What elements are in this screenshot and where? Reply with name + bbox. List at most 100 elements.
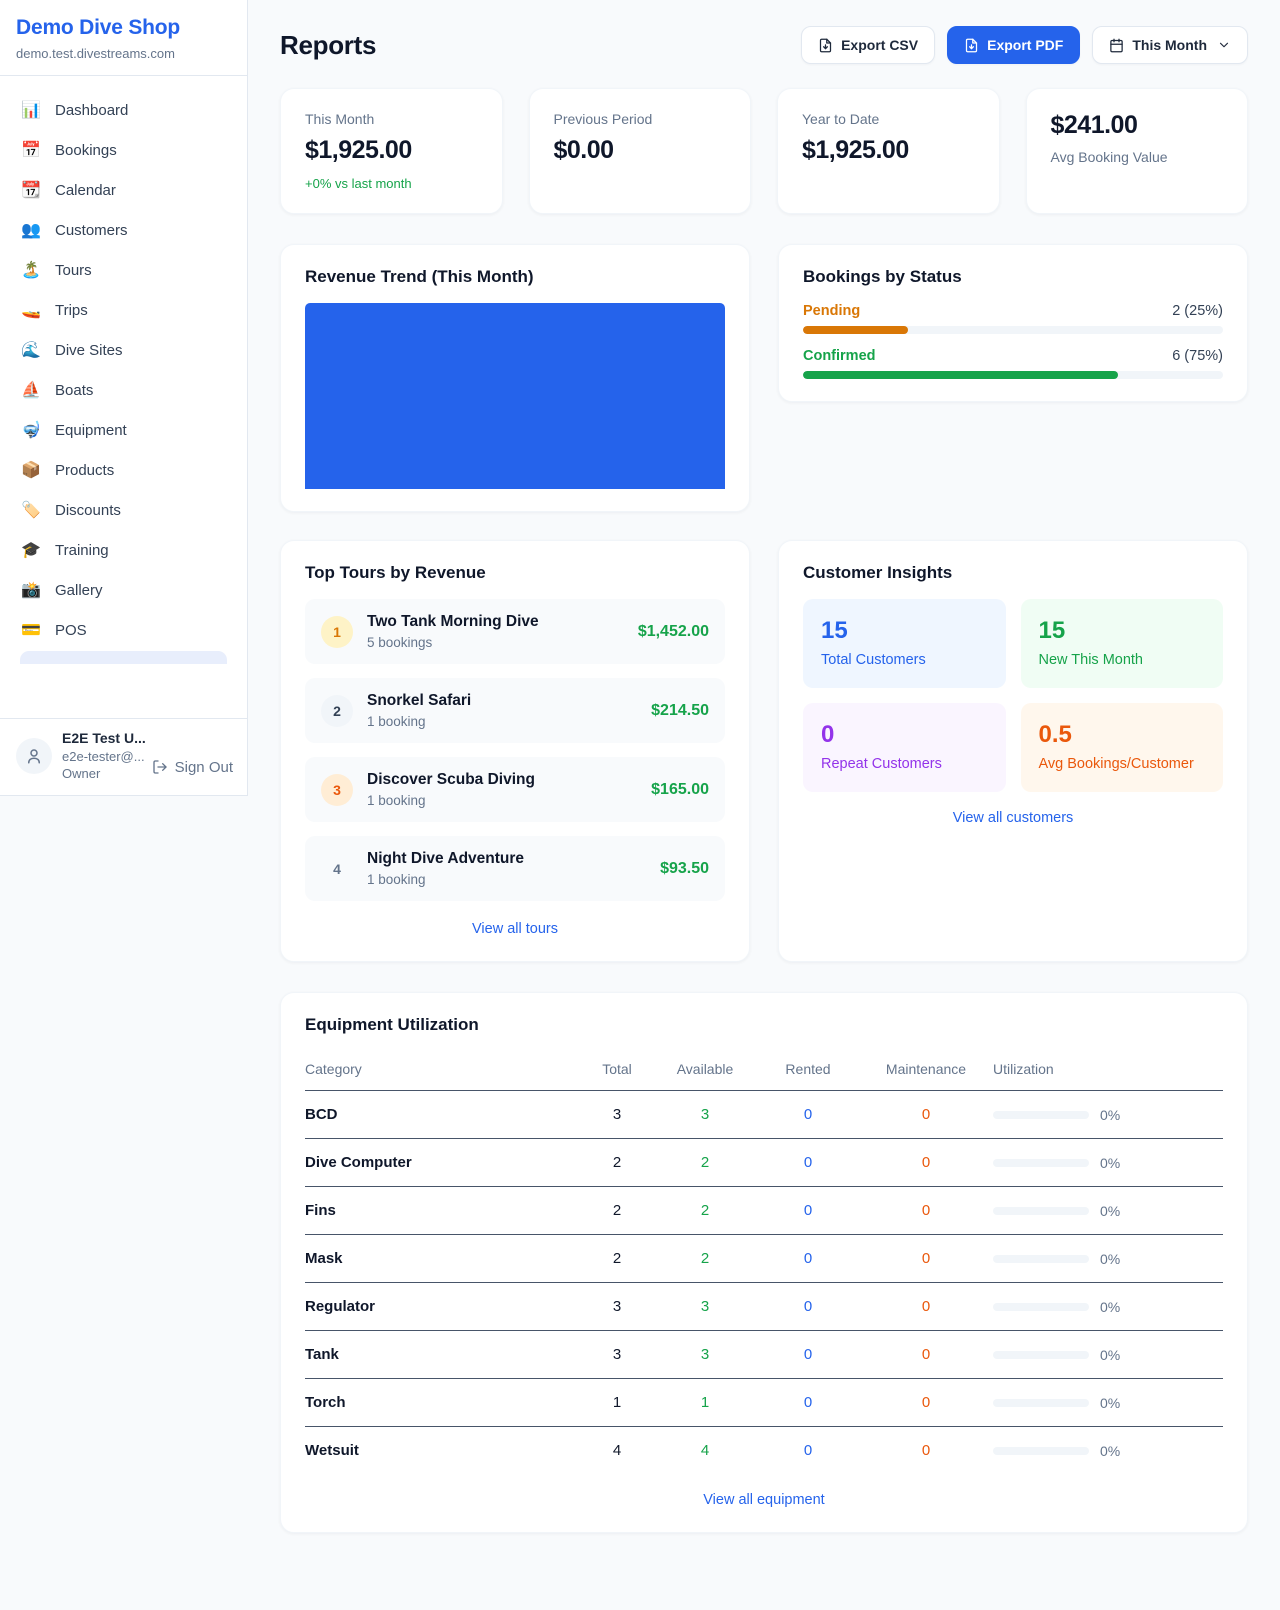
sidebar-item-dive-sites[interactable]: 🌊 Dive Sites [10, 330, 237, 370]
export-pdf-button[interactable]: Export PDF [947, 26, 1080, 64]
insight-label: Avg Bookings/Customer [1039, 756, 1206, 772]
equipment-available: 2 [653, 1187, 757, 1235]
user-section: E2E Test U... e2e-tester@... Owner Sign … [0, 718, 247, 795]
sidebar-item-pos[interactable]: 💳 POS [10, 610, 237, 650]
sidebar: Demo Dive Shop demo.test.divestreams.com… [0, 0, 248, 796]
utilization-bar-track [993, 1447, 1089, 1455]
equipment-maintenance: 0 [859, 1379, 993, 1427]
sidebar-item-label: Customers [55, 222, 128, 239]
charts-row: Revenue Trend (This Month) Bookings by S… [280, 244, 1248, 512]
equipment-category: Mask [305, 1235, 581, 1283]
equipment-available: 3 [653, 1283, 757, 1331]
stat-card-previous-period: Previous Period $0.00 [529, 88, 752, 214]
bookings-calendar-icon: 📅 [20, 140, 42, 160]
rank-badge: 2 [321, 695, 353, 727]
sidebar-item-calendar[interactable]: 📆 Calendar [10, 170, 237, 210]
utilization-cell: 0% [993, 1251, 1223, 1267]
column-header: Utilization [993, 1051, 1223, 1091]
user-email: e2e-tester@... [62, 748, 142, 766]
utilization-bar-track [993, 1399, 1089, 1407]
sidebar-item-boats[interactable]: ⛵ Boats [10, 370, 237, 410]
export-csv-button[interactable]: Export CSV [801, 26, 935, 64]
view-all-equipment-link[interactable]: View all equipment [305, 1486, 1223, 1510]
brand-domain: demo.test.divestreams.com [16, 46, 231, 61]
utilization-percent: 0% [1100, 1203, 1120, 1219]
sidebar-item-trips[interactable]: 🚤 Trips [10, 290, 237, 330]
equipment-table-header: Category Total Available Rented Maintena… [305, 1051, 1223, 1091]
view-all-tours-link[interactable]: View all tours [305, 915, 725, 939]
stat-label: Year to Date [802, 111, 975, 127]
sidebar-item-reports-active-partial[interactable] [20, 651, 227, 664]
status-label: Confirmed [803, 348, 876, 364]
sidebar-item-label: Equipment [55, 422, 127, 439]
tour-revenue: $165.00 [651, 781, 709, 799]
sidebar-item-customers[interactable]: 👥 Customers [10, 210, 237, 250]
utilization-cell: 0% [993, 1443, 1223, 1459]
sidebar-item-products[interactable]: 📦 Products [10, 450, 237, 490]
sidebar-item-dashboard[interactable]: 📊 Dashboard [10, 90, 237, 130]
stats-row: This Month $1,925.00 +0% vs last month P… [280, 88, 1248, 214]
sailboat-icon: ⛵ [20, 380, 42, 400]
status-label: Pending [803, 303, 860, 319]
equipment-rented: 0 [757, 1139, 859, 1187]
equipment-category: Fins [305, 1187, 581, 1235]
tour-revenue: $93.50 [660, 860, 709, 878]
package-icon: 📦 [20, 460, 42, 480]
equipment-available: 2 [653, 1235, 757, 1283]
utilization-bar-track [993, 1255, 1089, 1263]
utilization-cell: 0% [993, 1299, 1223, 1315]
tour-name: Snorkel Safari [367, 692, 637, 710]
user-role: Owner [62, 765, 142, 783]
insight-tile-total-customers: 15 Total Customers [803, 599, 1006, 688]
column-header: Total [581, 1051, 653, 1091]
equipment-rented: 0 [757, 1283, 859, 1331]
sidebar-item-discounts[interactable]: 🏷️ Discounts [10, 490, 237, 530]
wave-icon: 🌊 [20, 340, 42, 360]
sidebar-item-gallery[interactable]: 📸 Gallery [10, 570, 237, 610]
period-select[interactable]: This Month [1092, 26, 1248, 64]
status-row-pending: Pending 2 (25%) [803, 303, 1223, 334]
period-label: This Month [1132, 37, 1207, 53]
column-header: Maintenance [859, 1051, 993, 1091]
utilization-percent: 0% [1100, 1107, 1120, 1123]
sidebar-item-label: Dashboard [55, 102, 128, 119]
table-row: Wetsuit 4 4 0 0 0% [305, 1427, 1223, 1475]
user-name: E2E Test U... [62, 730, 142, 746]
equipment-total: 2 [581, 1139, 653, 1187]
insight-tile-avg-bookings: 0.5 Avg Bookings/Customer [1021, 703, 1224, 792]
sidebar-item-training[interactable]: 🎓 Training [10, 530, 237, 570]
tour-bookings: 1 booking [367, 793, 637, 808]
equipment-maintenance: 0 [859, 1427, 993, 1475]
sidebar-item-equipment[interactable]: 🤿 Equipment [10, 410, 237, 450]
export-pdf-label: Export PDF [987, 37, 1063, 53]
table-row: Mask 2 2 0 0 0% [305, 1235, 1223, 1283]
dashboard-icon: 📊 [20, 100, 42, 120]
utilization-percent: 0% [1100, 1443, 1120, 1459]
tour-list-item: 3 Discover Scuba Diving 1 booking $165.0… [305, 757, 725, 822]
status-count: 2 (25%) [1172, 303, 1223, 319]
sidebar-item-label: Discounts [55, 502, 121, 519]
insight-value: 0 [821, 721, 988, 749]
column-header: Rented [757, 1051, 859, 1091]
file-download-icon [964, 38, 979, 53]
sidebar-item-tours[interactable]: 🏝️ Tours [10, 250, 237, 290]
sidebar-item-label: Gallery [55, 582, 103, 599]
view-all-customers-link[interactable]: View all customers [803, 804, 1223, 828]
revenue-trend-card: Revenue Trend (This Month) [280, 244, 750, 512]
sign-out-button[interactable]: Sign Out [152, 752, 233, 783]
insight-label: Repeat Customers [821, 756, 988, 772]
calendar-icon [1109, 38, 1124, 53]
utilization-bar-track [993, 1351, 1089, 1359]
utilization-bar-track [993, 1303, 1089, 1311]
top-tours-card: Top Tours by Revenue 1 Two Tank Morning … [280, 540, 750, 962]
stat-value: $1,925.00 [802, 136, 975, 165]
sidebar-item-bookings[interactable]: 📅 Bookings [10, 130, 237, 170]
rank-badge: 3 [321, 774, 353, 806]
sidebar-item-label: Calendar [55, 182, 116, 199]
equipment-available: 2 [653, 1139, 757, 1187]
table-row: Fins 2 2 0 0 0% [305, 1187, 1223, 1235]
stat-label: This Month [305, 111, 478, 127]
stat-value: $241.00 [1051, 111, 1224, 140]
tour-revenue: $1,452.00 [638, 623, 709, 641]
avatar [16, 738, 52, 774]
